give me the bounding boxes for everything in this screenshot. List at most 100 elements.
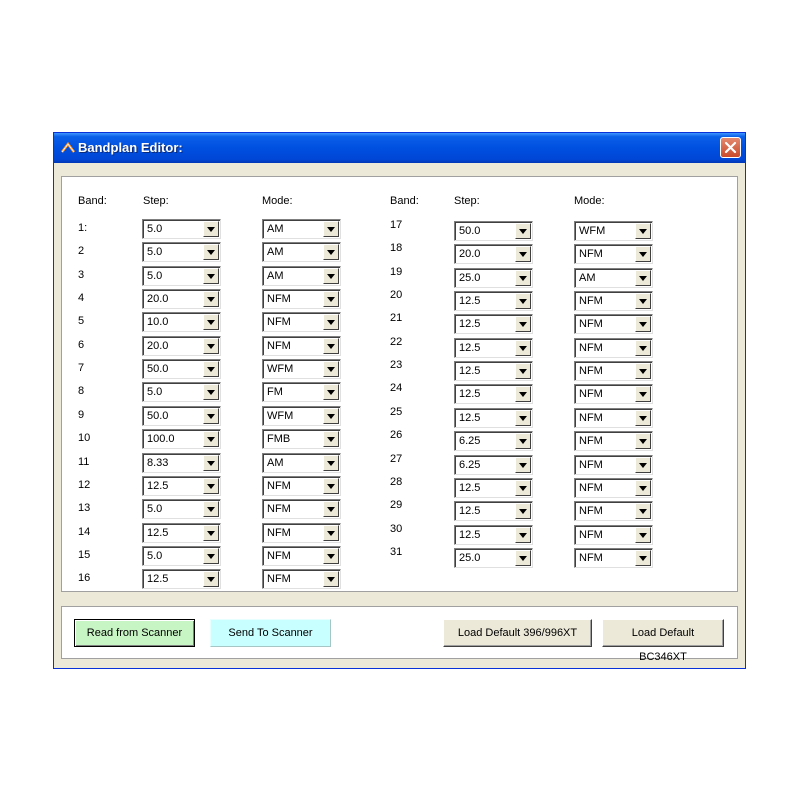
- dropdown-arrow[interactable]: [635, 363, 651, 380]
- mode-select[interactable]: NFM: [574, 407, 653, 428]
- dropdown-arrow[interactable]: [323, 244, 339, 261]
- dropdown-arrow[interactable]: [203, 547, 219, 564]
- step-select[interactable]: 12.5: [454, 407, 533, 428]
- mode-select[interactable]: NFM: [574, 454, 653, 475]
- dropdown-arrow[interactable]: [323, 291, 339, 308]
- step-select[interactable]: 50.0: [142, 359, 221, 380]
- dropdown-arrow[interactable]: [203, 524, 219, 541]
- mode-select[interactable]: NFM: [574, 314, 653, 335]
- step-select[interactable]: 5.0: [142, 242, 221, 263]
- step-select[interactable]: 5.0: [142, 265, 221, 286]
- mode-select[interactable]: AM: [262, 242, 341, 263]
- step-select[interactable]: 50.0: [142, 405, 221, 426]
- step-select[interactable]: 25.0: [454, 267, 533, 288]
- close-button[interactable]: [720, 137, 741, 158]
- dropdown-arrow[interactable]: [635, 526, 651, 543]
- dropdown-arrow[interactable]: [515, 409, 531, 426]
- dropdown-arrow[interactable]: [515, 479, 531, 496]
- dropdown-arrow[interactable]: [203, 221, 219, 237]
- dropdown-arrow[interactable]: [515, 223, 531, 239]
- dropdown-arrow[interactable]: [635, 456, 651, 473]
- dropdown-arrow[interactable]: [515, 433, 531, 450]
- step-select[interactable]: 12.5: [454, 477, 533, 498]
- dropdown-arrow[interactable]: [203, 384, 219, 401]
- mode-select[interactable]: FM: [262, 382, 341, 403]
- dropdown-arrow[interactable]: [323, 361, 339, 378]
- dropdown-arrow[interactable]: [323, 221, 339, 237]
- step-select[interactable]: 6.25: [454, 431, 533, 452]
- dropdown-arrow[interactable]: [323, 337, 339, 354]
- step-select[interactable]: 6.25: [454, 454, 533, 475]
- dropdown-arrow[interactable]: [323, 407, 339, 424]
- dropdown-arrow[interactable]: [203, 571, 219, 588]
- mode-select[interactable]: NFM: [262, 312, 341, 333]
- step-select[interactable]: 5.0: [142, 382, 221, 403]
- dropdown-arrow[interactable]: [203, 407, 219, 424]
- dropdown-arrow[interactable]: [203, 454, 219, 471]
- dropdown-arrow[interactable]: [515, 549, 531, 566]
- dropdown-arrow[interactable]: [323, 501, 339, 518]
- dropdown-arrow[interactable]: [635, 223, 651, 239]
- dropdown-arrow[interactable]: [515, 293, 531, 310]
- dropdown-arrow[interactable]: [203, 244, 219, 261]
- dropdown-arrow[interactable]: [515, 363, 531, 380]
- load-default-346-button[interactable]: Load Default BC346XT: [602, 619, 724, 663]
- step-select[interactable]: 8.33: [142, 452, 221, 473]
- step-select[interactable]: 20.0: [142, 335, 221, 356]
- dropdown-arrow[interactable]: [515, 269, 531, 286]
- dropdown-arrow[interactable]: [203, 477, 219, 494]
- mode-select[interactable]: NFM: [262, 289, 341, 310]
- mode-select[interactable]: AM: [262, 219, 341, 239]
- dropdown-arrow[interactable]: [323, 454, 339, 471]
- step-select[interactable]: 5.0: [142, 499, 221, 520]
- mode-select[interactable]: NFM: [574, 337, 653, 358]
- step-select[interactable]: 10.0: [142, 312, 221, 333]
- mode-select[interactable]: AM: [574, 267, 653, 288]
- dropdown-arrow[interactable]: [323, 314, 339, 331]
- dropdown-arrow[interactable]: [323, 384, 339, 401]
- step-select[interactable]: 12.5: [454, 337, 533, 358]
- step-select[interactable]: 12.5: [142, 569, 221, 590]
- step-select[interactable]: 20.0: [142, 289, 221, 310]
- mode-select[interactable]: NFM: [262, 499, 341, 520]
- step-select[interactable]: 12.5: [142, 475, 221, 496]
- mode-select[interactable]: NFM: [574, 477, 653, 498]
- step-select[interactable]: 100.0: [142, 429, 221, 450]
- mode-select[interactable]: NFM: [574, 547, 653, 568]
- mode-select[interactable]: WFM: [262, 359, 341, 380]
- dropdown-arrow[interactable]: [323, 267, 339, 284]
- step-select[interactable]: 12.5: [454, 361, 533, 382]
- step-select[interactable]: 12.5: [454, 314, 533, 335]
- dropdown-arrow[interactable]: [323, 571, 339, 588]
- dropdown-arrow[interactable]: [635, 246, 651, 263]
- mode-select[interactable]: NFM: [262, 475, 341, 496]
- mode-select[interactable]: NFM: [574, 431, 653, 452]
- dropdown-arrow[interactable]: [203, 361, 219, 378]
- dropdown-arrow[interactable]: [635, 433, 651, 450]
- dropdown-arrow[interactable]: [635, 386, 651, 403]
- mode-select[interactable]: NFM: [574, 244, 653, 265]
- mode-select[interactable]: NFM: [262, 522, 341, 543]
- dropdown-arrow[interactable]: [635, 269, 651, 286]
- step-select[interactable]: 5.0: [142, 219, 221, 239]
- dropdown-arrow[interactable]: [635, 293, 651, 310]
- mode-select[interactable]: NFM: [574, 501, 653, 522]
- mode-select[interactable]: WFM: [574, 221, 653, 241]
- send-to-scanner-button[interactable]: Send To Scanner: [210, 619, 331, 647]
- step-select[interactable]: 12.5: [142, 522, 221, 543]
- dropdown-arrow[interactable]: [203, 431, 219, 448]
- dropdown-arrow[interactable]: [203, 291, 219, 308]
- mode-select[interactable]: NFM: [574, 524, 653, 545]
- dropdown-arrow[interactable]: [515, 339, 531, 356]
- mode-select[interactable]: NFM: [574, 291, 653, 312]
- dropdown-arrow[interactable]: [635, 316, 651, 333]
- dropdown-arrow[interactable]: [515, 503, 531, 520]
- dropdown-arrow[interactable]: [323, 547, 339, 564]
- mode-select[interactable]: AM: [262, 452, 341, 473]
- dropdown-arrow[interactable]: [515, 456, 531, 473]
- step-select[interactable]: 25.0: [454, 547, 533, 568]
- load-default-396-button[interactable]: Load Default 396/996XT: [443, 619, 592, 647]
- dropdown-arrow[interactable]: [635, 479, 651, 496]
- dropdown-arrow[interactable]: [635, 503, 651, 520]
- dropdown-arrow[interactable]: [323, 524, 339, 541]
